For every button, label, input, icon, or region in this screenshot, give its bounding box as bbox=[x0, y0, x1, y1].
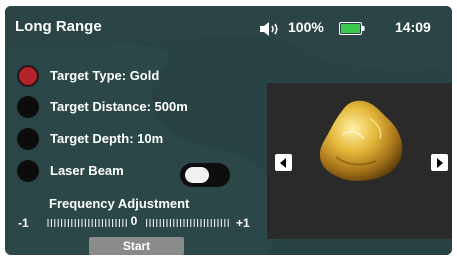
clock-time: 14:09 bbox=[395, 19, 431, 35]
device-screen: Long Range 100% 14:09 Target Type: Gold … bbox=[5, 6, 452, 255]
option-label: Target Distance: 500m bbox=[50, 99, 188, 114]
frequency-value: 0 bbox=[128, 214, 140, 228]
indicator-dot[interactable] bbox=[17, 160, 39, 182]
battery-full-icon bbox=[339, 22, 365, 35]
frequency-max-label: +1 bbox=[236, 216, 250, 230]
page-title: Long Range bbox=[15, 18, 102, 35]
option-label: Target Depth: 10m bbox=[50, 131, 164, 146]
gold-nugget-image bbox=[319, 100, 403, 181]
indicator-dot[interactable] bbox=[17, 96, 39, 118]
frequency-label: Frequency Adjustment bbox=[49, 196, 190, 211]
indicator-dot[interactable] bbox=[17, 128, 39, 150]
option-label: Laser Beam bbox=[50, 163, 124, 178]
battery-percentage: 100% bbox=[288, 19, 324, 35]
frequency-min-label: -1 bbox=[18, 216, 29, 230]
target-image-viewer bbox=[267, 83, 452, 239]
selected-indicator-dot[interactable] bbox=[17, 65, 39, 87]
status-bar: Long Range 100% 14:09 bbox=[5, 6, 452, 44]
chevron-right-icon[interactable] bbox=[431, 154, 448, 171]
option-label: Target Type: Gold bbox=[50, 68, 160, 83]
chevron-left-icon[interactable] bbox=[275, 154, 292, 171]
speaker-icon[interactable] bbox=[259, 22, 281, 36]
toggle-knob[interactable] bbox=[185, 167, 209, 183]
laser-beam-toggle[interactable] bbox=[180, 163, 230, 187]
start-button[interactable]: Start bbox=[89, 237, 184, 255]
